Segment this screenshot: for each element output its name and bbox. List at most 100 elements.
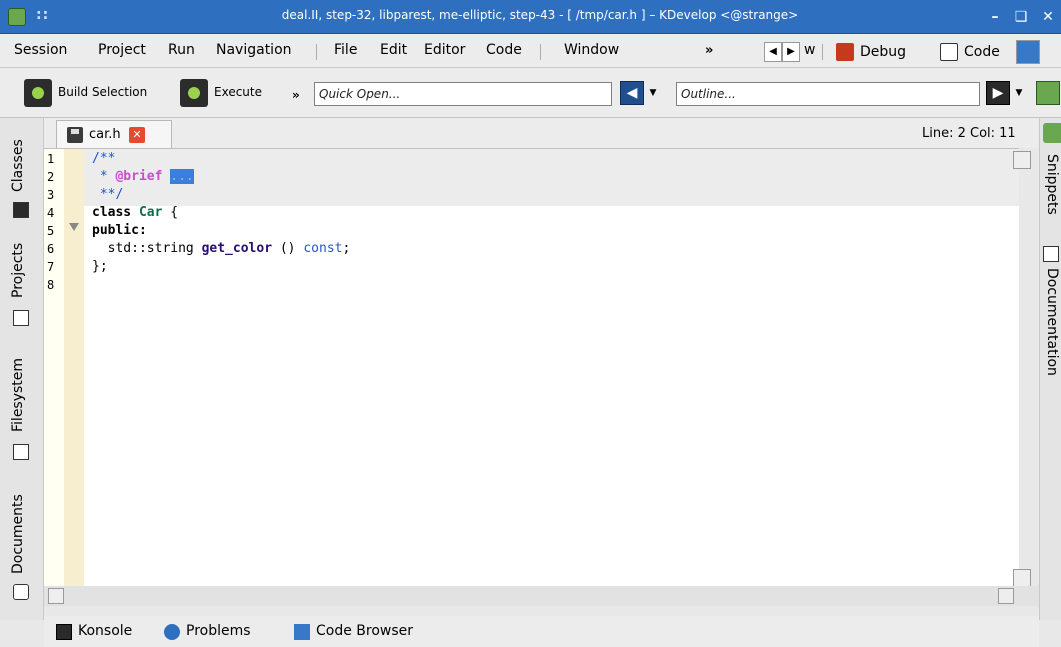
document-tab-car-h[interactable]: car.h ✕ (56, 120, 172, 148)
toolbar-extra-icon[interactable] (1036, 81, 1060, 105)
menu-session[interactable]: Session (14, 42, 67, 58)
menu-separator (822, 44, 823, 60)
documents-icon[interactable] (13, 584, 29, 600)
window-title: deal.II, step-32, libparest, me-elliptic… (281, 8, 799, 22)
code-line: public: (92, 223, 147, 238)
toolbar-overflow-icon[interactable]: » (292, 88, 300, 102)
projects-icon[interactable] (13, 310, 29, 326)
area-prev-icon[interactable]: ◀ (764, 42, 782, 62)
quick-open-input[interactable]: Quick Open... (314, 82, 612, 106)
tab-documents[interactable]: Documents (10, 494, 26, 574)
forward-history-dropdown-icon[interactable]: ▼ (1012, 81, 1026, 105)
minimize-icon[interactable]: – (985, 7, 1005, 27)
snippets-icon[interactable] (1043, 123, 1061, 143)
maximize-icon[interactable]: ❑ (1011, 7, 1031, 27)
code-token: std::string (92, 241, 202, 256)
line-number: 8 (47, 278, 55, 292)
save-icon[interactable] (67, 127, 83, 143)
navigate-history-dropdown-icon[interactable]: ▼ (646, 81, 660, 105)
build-selection-button[interactable]: Build Selection (24, 78, 164, 108)
close-window-icon[interactable]: ✕ (1038, 7, 1058, 27)
menu-run[interactable]: Run (168, 42, 195, 58)
code-token: * (92, 169, 116, 184)
line-number: 7 (47, 260, 55, 274)
cursor-position: Line: 2 Col: 11 (922, 126, 1016, 141)
line-number: 2 (47, 170, 55, 184)
bug-icon (836, 43, 854, 61)
code-editor[interactable]: 1 2 3 4 5 6 7 8 /** * @brief ... **/ cla… (44, 148, 1031, 587)
document-tab-bar: car.h ✕ Line: 2 Col: 11 (44, 118, 1061, 148)
tab-documentation[interactable]: Documentation (1044, 268, 1060, 376)
menu-editor[interactable]: Editor (424, 42, 465, 58)
scroll-up-button[interactable] (1013, 151, 1031, 169)
debug-area-label: Debug (860, 44, 907, 60)
scroll-left-button[interactable] (48, 588, 64, 604)
tab-classes[interactable]: Classes (10, 139, 26, 192)
scroll-right-button[interactable] (998, 588, 1014, 604)
bottom-tool-bar: Konsole Problems Code Browser (44, 616, 1039, 647)
document-tab-label: car.h (89, 127, 121, 142)
line-number: 3 (47, 188, 55, 202)
menu-separator (540, 44, 541, 60)
tab-filesystem[interactable]: Filesystem (10, 358, 26, 432)
code-token: get_color (201, 241, 273, 256)
menu-navigation[interactable]: Navigation (216, 42, 292, 58)
konsole-tab[interactable]: Konsole (56, 622, 156, 642)
scroll-down-button[interactable] (1013, 569, 1031, 587)
code-token: Car (138, 205, 163, 220)
menu-separator (316, 44, 317, 60)
code-area-button[interactable]: Code (936, 40, 1006, 64)
code-browser-label: Code Browser (316, 623, 414, 639)
tab-projects[interactable]: Projects (10, 243, 26, 298)
menu-edit[interactable]: Edit (380, 42, 407, 58)
code-line: std::string get_color () const; (92, 241, 351, 256)
code-token: const (303, 241, 343, 256)
horizontal-scrollbar[interactable] (44, 586, 1039, 606)
code-token: @brief (115, 169, 163, 184)
outline-input[interactable]: Outline... (676, 82, 980, 106)
current-block-highlight (84, 149, 1019, 206)
selected-text: ... (170, 169, 194, 184)
window-grip-icon: :: (36, 7, 50, 23)
execute-gear-icon (180, 79, 208, 107)
menu-bar: Session Project Run Navigation File Edit… (0, 34, 1061, 68)
kdevelop-app-icon[interactable] (8, 8, 26, 26)
debug-area-button[interactable]: Debug (832, 40, 912, 64)
documentation-icon[interactable] (1043, 246, 1059, 262)
main-toolbar: Build Selection Execute » Quick Open... … (0, 68, 1061, 118)
code-line: * @brief ... (92, 169, 194, 184)
navigate-forward-icon[interactable]: ▶ (986, 81, 1010, 105)
area-review-label[interactable]: w (804, 42, 815, 58)
code-browser-icon (294, 624, 310, 640)
menu-window[interactable]: Window (564, 42, 619, 58)
menu-overflow-icon[interactable]: » (705, 43, 713, 58)
code-browser-tab[interactable]: Code Browser (294, 622, 434, 642)
folding-margin[interactable] (64, 149, 84, 587)
navigate-back-icon[interactable]: ◀ (620, 81, 644, 105)
code-token: () (272, 241, 304, 256)
code-line: **/ (92, 187, 124, 202)
line-number: 6 (47, 242, 55, 256)
tab-snippets[interactable]: Snippets (1044, 154, 1060, 215)
right-tool-dock: Snippets Documentation (1039, 118, 1061, 620)
close-tab-icon[interactable]: ✕ (129, 127, 145, 143)
execute-button[interactable]: Execute (180, 78, 280, 108)
code-token: { (162, 205, 179, 220)
code-line: class Car { (92, 205, 178, 220)
info-icon (164, 624, 180, 640)
area-next-icon[interactable]: ▶ (782, 42, 800, 62)
problems-tab[interactable]: Problems (164, 622, 274, 642)
filesystem-icon[interactable] (13, 444, 29, 460)
code-area-label: Code (964, 44, 1000, 60)
title-bar: :: deal.II, step-32, libparest, me-ellip… (0, 0, 1061, 34)
menu-project[interactable]: Project (98, 42, 146, 58)
area-switcher-icon[interactable] (1016, 40, 1040, 64)
left-tool-dock: Classes Projects Filesystem Documents (0, 118, 44, 620)
menu-code[interactable]: Code (486, 42, 522, 58)
execute-label: Execute (214, 85, 262, 99)
line-number: 4 (47, 206, 55, 220)
fold-toggle-icon[interactable] (69, 223, 79, 231)
classes-icon[interactable] (13, 202, 29, 218)
menu-file[interactable]: File (334, 42, 357, 58)
code-line: /** (92, 151, 116, 166)
